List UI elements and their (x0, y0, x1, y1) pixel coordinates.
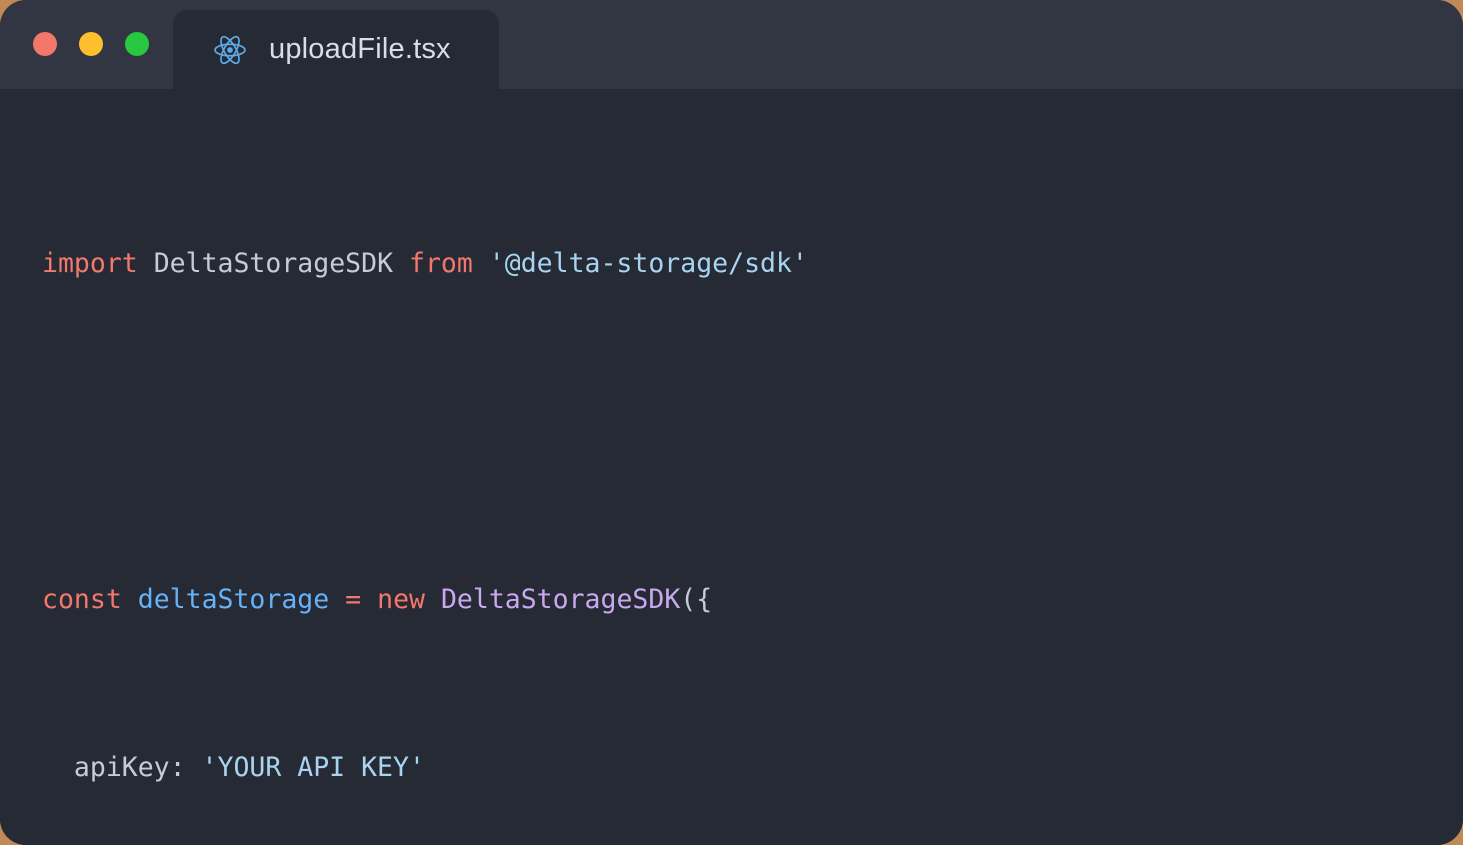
close-window-button[interactable] (33, 32, 57, 56)
code-line-4: apiKey: 'YOUR API KEY' (42, 747, 1463, 789)
maximize-window-button[interactable] (125, 32, 149, 56)
code-line-3: const deltaStorage = new DeltaStorageSDK… (42, 579, 1463, 621)
code-line-1: import DeltaStorageSDK from '@delta-stor… (42, 243, 1463, 285)
token-keyword-const: const (42, 584, 122, 615)
token-string-apikey-value: 'YOUR API KEY' (201, 752, 425, 783)
token-keyword-import: import (42, 248, 138, 279)
token-class-deltastoragesdk: DeltaStorageSDK (440, 584, 681, 615)
window-titlebar: uploadFile.tsx (0, 0, 1463, 89)
token-string-module: '@delta-storage/sdk' (488, 248, 808, 279)
token-keyword-new: new (377, 584, 425, 615)
tab-uploadfile-tsx[interactable]: uploadFile.tsx (173, 10, 499, 89)
traffic-light-buttons (33, 32, 149, 56)
token-variable-deltastorage: deltaStorage (137, 584, 330, 615)
token-property-apikey: apiKey: (42, 752, 202, 783)
token-identifier-sdk: DeltaStorageSDK (153, 248, 394, 279)
token-punct-open: ({ (680, 584, 713, 615)
tab-label: uploadFile.tsx (269, 33, 451, 65)
react-icon (214, 35, 246, 64)
source-code: import DeltaStorageSDK from '@delta-stor… (42, 117, 1463, 845)
token-keyword-from: from (409, 248, 473, 279)
code-editor-area[interactable]: import DeltaStorageSDK from '@delta-stor… (0, 89, 1463, 845)
token-operator-assign: = (345, 584, 362, 615)
minimize-window-button[interactable] (79, 32, 103, 56)
code-editor-window: uploadFile.tsx import DeltaStorageSDK fr… (0, 0, 1463, 845)
